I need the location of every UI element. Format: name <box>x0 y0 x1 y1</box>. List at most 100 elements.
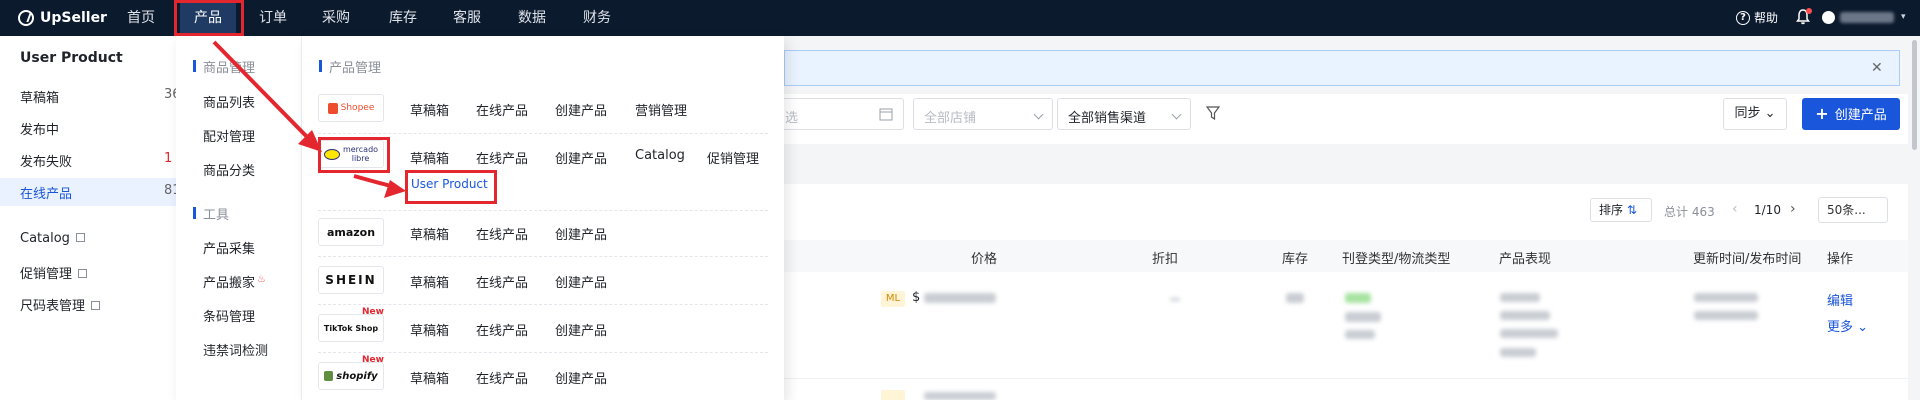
chevron-down-icon[interactable]: ▾ <box>1901 12 1906 22</box>
section-goods-management: 商品管理 <box>193 57 255 76</box>
ml-promotions-link[interactable]: 促销管理 <box>707 148 759 167</box>
sidebar-link-promotions[interactable]: 促销管理 <box>20 263 88 282</box>
chevron-down-icon <box>1171 109 1182 120</box>
ml-online-link[interactable]: 在线产品 <box>476 148 528 167</box>
shein-drafts-link[interactable]: 草稿箱 <box>410 272 449 291</box>
highlight-box-products-nav <box>174 0 244 36</box>
page-size-value: 50条... <box>1827 203 1866 217</box>
amazon-create-link[interactable]: 创建产品 <box>555 224 607 243</box>
performance-blurred-4 <box>1500 348 1536 357</box>
shopify-online-link[interactable]: 在线产品 <box>476 368 528 387</box>
sync-button[interactable]: 同步 ⌄ <box>1723 98 1787 130</box>
page-size-select[interactable]: 50条... <box>1818 197 1888 223</box>
shopee-drafts-link[interactable]: 草稿箱 <box>410 100 449 119</box>
shopee-bag-icon <box>327 102 338 114</box>
sidebar-item-drafts[interactable]: 草稿箱 <box>20 87 59 106</box>
filter-funnel-icon[interactable] <box>1206 106 1220 120</box>
brand-name: UpSeller <box>40 10 107 26</box>
channel-select[interactable]: 全部销售渠道 <box>1057 98 1191 130</box>
nav-orders[interactable]: 订单 <box>250 0 296 36</box>
amazon-online-link[interactable]: 在线产品 <box>476 224 528 243</box>
menu-barcode[interactable]: 条码管理 <box>203 306 255 325</box>
sidebar-item-online[interactable]: 在线产品 <box>20 183 72 202</box>
sort-button[interactable]: 排序 ⇅ <box>1590 198 1652 222</box>
shein-logo-text: SHEIN <box>325 273 377 287</box>
nav-inventory[interactable]: 库存 <box>380 0 426 36</box>
row-divider <box>318 304 768 305</box>
create-product-button[interactable]: + 创建产品 <box>1802 98 1900 130</box>
row-divider <box>318 352 768 353</box>
menu-pairing[interactable]: 配对管理 <box>203 126 255 145</box>
user-avatar-icon[interactable] <box>1822 11 1835 24</box>
col-actions: 操作 <box>1827 252 1854 267</box>
close-icon[interactable]: ✕ <box>1871 60 1883 76</box>
date-filter-placeholder: 选 <box>785 111 799 126</box>
nav-home[interactable]: 首页 <box>118 0 164 36</box>
sync-label: 同步 <box>1734 106 1761 121</box>
sidebar-link-size-chart[interactable]: 尺码表管理 <box>20 295 101 314</box>
row-divider <box>318 133 768 134</box>
performance-blurred-2 <box>1500 311 1550 320</box>
menu-product-move[interactable]: 产品搬家 ♨ <box>203 272 266 291</box>
shein-online-link[interactable]: 在线产品 <box>476 272 528 291</box>
nav-finance[interactable]: 财务 <box>574 0 620 36</box>
menu-product-collect[interactable]: 产品采集 <box>203 238 255 257</box>
calendar-icon <box>879 108 893 121</box>
site-tag <box>881 390 905 400</box>
menu-banned-words[interactable]: 违禁词检测 <box>203 340 268 359</box>
sidebar-link-catalog[interactable]: Catalog <box>20 231 85 246</box>
amazon-logo: amazon <box>318 218 384 246</box>
section-tools: 工具 <box>193 204 229 223</box>
shein-create-link[interactable]: 创建产品 <box>555 272 607 291</box>
updated-time-blurred <box>1694 293 1758 302</box>
shopee-marketing-link[interactable]: 营销管理 <box>635 100 687 119</box>
tiktok-drafts-link[interactable]: 草稿箱 <box>410 320 449 339</box>
store-select[interactable]: 全部店铺 <box>913 98 1053 130</box>
next-page-icon[interactable]: › <box>1790 201 1796 217</box>
menu-goods-list[interactable]: 商品列表 <box>203 92 255 111</box>
sidebar-count-failed: 1 <box>164 151 173 166</box>
help-link[interactable]: ? 帮助 <box>1736 9 1778 26</box>
ml-drafts-link[interactable]: 草稿箱 <box>410 148 449 167</box>
price-blurred <box>924 293 996 303</box>
top-nav-bar: UpSeller 首页 产品 订单 采购 库存 客服 数据 财务 ? 帮助 ▾ <box>0 0 1920 36</box>
ml-catalog-link[interactable]: Catalog <box>635 148 685 163</box>
chevron-down-icon <box>1033 109 1044 120</box>
sidebar-item-publishing[interactable]: 发布中 <box>20 119 59 138</box>
published-time-blurred <box>1694 311 1758 320</box>
sidebar-item-failed[interactable]: 发布失败 <box>20 151 72 170</box>
total-count: 总计 463 <box>1664 205 1715 219</box>
menu-goods-category[interactable]: 商品分类 <box>203 160 255 179</box>
product-move-label: 产品搬家 <box>203 276 256 291</box>
prev-page-icon[interactable]: ‹ <box>1732 201 1738 217</box>
shopee-online-link[interactable]: 在线产品 <box>476 100 528 119</box>
shein-logo: SHEIN <box>318 266 384 294</box>
external-link-icon <box>75 233 85 242</box>
tiktok-create-link[interactable]: 创建产品 <box>555 320 607 339</box>
nav-service[interactable]: 客服 <box>444 0 490 36</box>
col-stock: 库存 <box>1282 252 1309 267</box>
currency-symbol: $ <box>912 290 921 305</box>
upseller-logo[interactable]: UpSeller <box>18 8 107 28</box>
shopify-create-link[interactable]: 创建产品 <box>555 368 607 387</box>
edit-link[interactable]: 编辑 <box>1827 290 1853 309</box>
more-link[interactable]: 更多 ⌄ <box>1827 316 1868 335</box>
col-performance: 产品表现 <box>1499 252 1552 267</box>
brand-mark-icon <box>18 10 34 26</box>
amazon-logo-text: amazon <box>326 225 376 239</box>
shopify-bag-icon <box>324 371 334 381</box>
user-name-blurred[interactable] <box>1840 12 1894 23</box>
tiktok-online-link[interactable]: 在线产品 <box>476 320 528 339</box>
shopify-drafts-link[interactable]: 草稿箱 <box>410 368 449 387</box>
amazon-drafts-link[interactable]: 草稿箱 <box>410 224 449 243</box>
tiktok-shop-logo-text: TikTok Shop <box>323 323 379 333</box>
scrollbar-thumb[interactable] <box>1912 40 1917 150</box>
nav-data[interactable]: 数据 <box>509 0 555 36</box>
info-alert-banner <box>784 50 1900 86</box>
shopee-create-link[interactable]: 创建产品 <box>555 100 607 119</box>
nav-purchase[interactable]: 采购 <box>313 0 359 36</box>
create-product-label: 创建产品 <box>1834 108 1887 123</box>
row-divider <box>318 256 768 257</box>
ml-create-link[interactable]: 创建产品 <box>555 148 607 167</box>
promotions-label: 促销管理 <box>20 267 73 282</box>
